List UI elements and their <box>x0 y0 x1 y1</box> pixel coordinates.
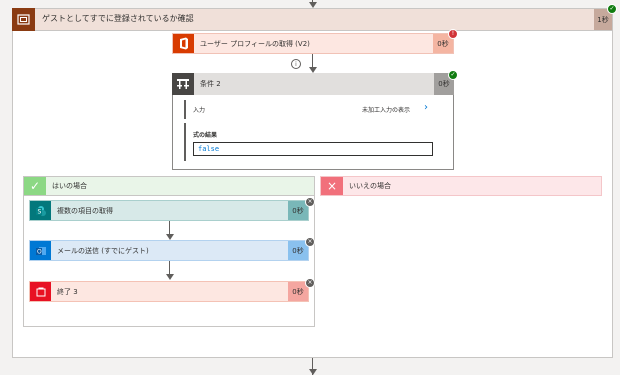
condition-icon <box>172 73 194 95</box>
action-get-items[interactable]: S 複数の項目の取得 0秒 <box>29 200 309 221</box>
office-icon <box>173 34 194 53</box>
show-raw-input-link[interactable]: 未加工入力の表示 <box>362 105 410 114</box>
action-label: 終了 3 <box>57 287 78 296</box>
svg-text:O: O <box>37 248 42 255</box>
skipped-icon: × <box>305 237 315 247</box>
action-get-user-profile[interactable]: ユーザー プロフィールの取得 (V2) 0秒 <box>172 33 454 54</box>
terminate-icon <box>30 282 51 301</box>
action-label: 複数の項目の取得 <box>57 206 113 215</box>
no-branch-header[interactable]: × いいえの場合 <box>320 176 602 196</box>
scope-icon <box>12 8 35 31</box>
check-icon: ✓ <box>24 177 46 195</box>
success-check-icon: ✓ <box>607 4 617 14</box>
action-label: ユーザー プロフィールの取得 (V2) <box>200 39 310 48</box>
chevron-right-icon[interactable]: › <box>424 102 428 113</box>
sharepoint-icon: S <box>30 201 51 220</box>
skipped-icon: × <box>305 197 315 207</box>
no-branch-label: いいえの場合 <box>349 182 391 190</box>
result-label: 式の結果 <box>193 132 218 139</box>
success-check-icon: ✓ <box>448 70 458 80</box>
skipped-icon: × <box>305 278 315 288</box>
scope-title: ゲストとしてすでに登録されているか確認 <box>42 14 194 23</box>
info-icon[interactable]: i <box>291 59 301 69</box>
action-send-email[interactable]: O メールの送信 (すでにゲスト) 0秒 <box>29 240 309 261</box>
condition-label: 条件 2 <box>200 80 221 88</box>
action-terminate[interactable]: 終了 3 0秒 <box>29 281 309 302</box>
result-value-field: false <box>193 142 433 156</box>
error-icon: ! <box>448 29 458 39</box>
yes-branch-header[interactable]: ✓ はいの場合 <box>23 176 315 196</box>
condition-header[interactable]: 条件 2 0秒 <box>172 73 454 95</box>
close-icon: × <box>321 177 343 195</box>
outlook-icon: O <box>30 241 51 260</box>
action-label: メールの送信 (すでにゲスト) <box>57 246 149 255</box>
svg-text:S: S <box>37 208 41 215</box>
yes-branch-label: はいの場合 <box>52 182 87 190</box>
input-label: 入力 <box>193 107 206 114</box>
